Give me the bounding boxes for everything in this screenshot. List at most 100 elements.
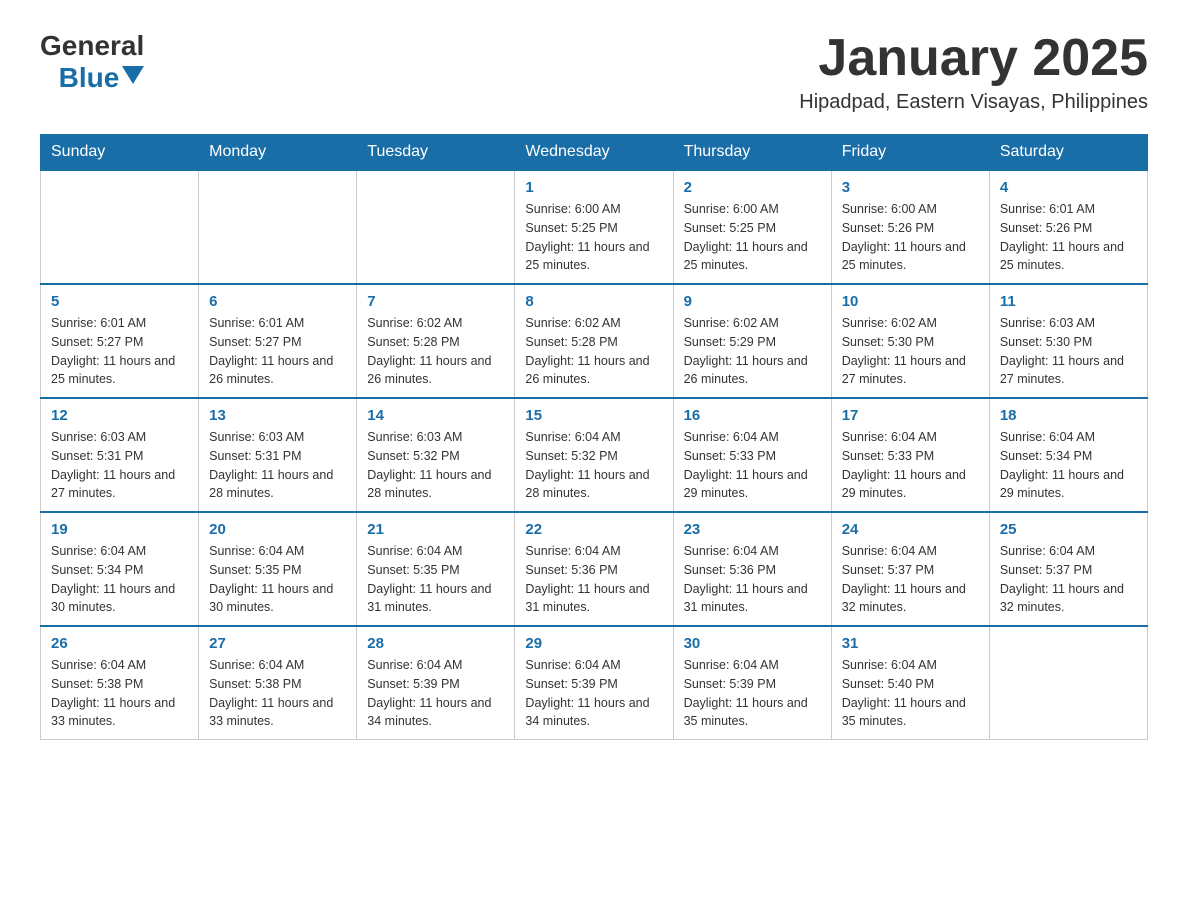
calendar-cell: 8Sunrise: 6:02 AMSunset: 5:28 PMDaylight… (515, 284, 673, 398)
calendar-cell: 25Sunrise: 6:04 AMSunset: 5:37 PMDayligh… (989, 512, 1147, 626)
day-number: 4 (1000, 179, 1137, 196)
calendar-cell: 20Sunrise: 6:04 AMSunset: 5:35 PMDayligh… (199, 512, 357, 626)
day-info: Sunrise: 6:04 AMSunset: 5:32 PMDaylight:… (525, 428, 662, 503)
day-info: Sunrise: 6:00 AMSunset: 5:26 PMDaylight:… (842, 200, 979, 275)
day-info: Sunrise: 6:04 AMSunset: 5:38 PMDaylight:… (209, 656, 346, 731)
day-info: Sunrise: 6:04 AMSunset: 5:36 PMDaylight:… (525, 542, 662, 617)
day-info: Sunrise: 6:00 AMSunset: 5:25 PMDaylight:… (525, 200, 662, 275)
calendar-cell: 15 Sunrise: 6:04 AMSunset: 5:32 PMDayligh… (515, 398, 673, 512)
day-info: Sunrise: 6:04 AMSunset: 5:35 PMDaylight:… (209, 542, 346, 617)
day-number: 19 (51, 521, 188, 538)
day-number: 9 (684, 293, 821, 310)
day-number: 8 (525, 293, 662, 310)
calendar-cell: 26Sunrise: 6:04 AMSunset: 5:38 PMDayligh… (41, 626, 199, 740)
calendar-cell: 13Sunrise: 6:03 AMSunset: 5:31 PMDayligh… (199, 398, 357, 512)
day-info: Sunrise: 6:02 AMSunset: 5:28 PMDaylight:… (367, 314, 504, 389)
day-number: 15 (525, 407, 662, 424)
weekday-header-sunday: Sunday (41, 135, 199, 171)
calendar-cell: 1 Sunrise: 6:00 AMSunset: 5:25 PMDaylight… (515, 170, 673, 284)
day-number: 1 (525, 179, 662, 196)
week-row-4: 19 Sunrise: 6:04 AMSunset: 5:34 PMDayligh… (41, 512, 1148, 626)
day-number: 23 (684, 521, 821, 538)
calendar-cell: 5 Sunrise: 6:01 AMSunset: 5:27 PMDaylight… (41, 284, 199, 398)
day-info: Sunrise: 6:00 AMSunset: 5:25 PMDaylight:… (684, 200, 821, 275)
day-number: 31 (842, 635, 979, 652)
weekday-header-friday: Friday (831, 135, 989, 171)
day-number: 16 (684, 407, 821, 424)
weekday-header-monday: Monday (199, 135, 357, 171)
calendar-cell: 14 Sunrise: 6:03 AMSunset: 5:32 PMDayligh… (357, 398, 515, 512)
calendar-cell: 21Sunrise: 6:04 AMSunset: 5:35 PMDayligh… (357, 512, 515, 626)
calendar-cell: 18 Sunrise: 6:04 AMSunset: 5:34 PMDayligh… (989, 398, 1147, 512)
logo-general-text: General (40, 30, 144, 62)
week-row-1: 1 Sunrise: 6:00 AMSunset: 5:25 PMDaylight… (41, 170, 1148, 284)
calendar-cell: 3 Sunrise: 6:00 AMSunset: 5:26 PMDaylight… (831, 170, 989, 284)
calendar-cell: 31 Sunrise: 6:04 AMSunset: 5:40 PMDayligh… (831, 626, 989, 740)
calendar-table: SundayMondayTuesdayWednesdayThursdayFrid… (40, 134, 1148, 740)
calendar-cell: 11Sunrise: 6:03 AMSunset: 5:30 PMDayligh… (989, 284, 1147, 398)
calendar-cell: 12 Sunrise: 6:03 AMSunset: 5:31 PMDayligh… (41, 398, 199, 512)
day-number: 6 (209, 293, 346, 310)
day-info: Sunrise: 6:04 AMSunset: 5:37 PMDaylight:… (1000, 542, 1137, 617)
day-number: 3 (842, 179, 979, 196)
calendar-cell: 28 Sunrise: 6:04 AMSunset: 5:39 PMDayligh… (357, 626, 515, 740)
day-number: 26 (51, 635, 188, 652)
weekday-header-tuesday: Tuesday (357, 135, 515, 171)
day-info: Sunrise: 6:04 AMSunset: 5:40 PMDaylight:… (842, 656, 979, 731)
calendar-cell: 23Sunrise: 6:04 AMSunset: 5:36 PMDayligh… (673, 512, 831, 626)
calendar-cell: 24 Sunrise: 6:04 AMSunset: 5:37 PMDayligh… (831, 512, 989, 626)
week-row-3: 12 Sunrise: 6:03 AMSunset: 5:31 PMDayligh… (41, 398, 1148, 512)
day-number: 22 (525, 521, 662, 538)
day-info: Sunrise: 6:04 AMSunset: 5:39 PMDaylight:… (684, 656, 821, 731)
day-info: Sunrise: 6:01 AMSunset: 5:27 PMDaylight:… (51, 314, 188, 389)
weekday-header-row: SundayMondayTuesdayWednesdayThursdayFrid… (41, 135, 1148, 171)
calendar-cell: 10Sunrise: 6:02 AMSunset: 5:30 PMDayligh… (831, 284, 989, 398)
calendar-cell (199, 170, 357, 284)
logo: General Blue (40, 30, 144, 94)
day-number: 12 (51, 407, 188, 424)
month-title: January 2025 (799, 30, 1148, 87)
week-row-5: 26 Sunrise: 6:04 AMSunset: 5:38 PMDayligh… (41, 626, 1148, 740)
day-info: Sunrise: 6:04 AMSunset: 5:34 PMDaylight:… (1000, 428, 1137, 503)
day-info: Sunrise: 6:04 AMSunset: 5:34 PMDaylight:… (51, 542, 188, 617)
day-number: 7 (367, 293, 504, 310)
week-row-2: 5 Sunrise: 6:01 AMSunset: 5:27 PMDaylight… (41, 284, 1148, 398)
calendar-cell: 7 Sunrise: 6:02 AMSunset: 5:28 PMDaylight… (357, 284, 515, 398)
day-info: Sunrise: 6:03 AMSunset: 5:32 PMDaylight:… (367, 428, 504, 503)
calendar-cell: 9 Sunrise: 6:02 AMSunset: 5:29 PMDaylight… (673, 284, 831, 398)
day-number: 13 (209, 407, 346, 424)
location-text: Hipadpad, Eastern Visayas, Philippines (799, 91, 1148, 114)
logo-arrow-icon (122, 66, 144, 84)
calendar-cell: 16 Sunrise: 6:04 AMSunset: 5:33 PMDayligh… (673, 398, 831, 512)
calendar-cell: 27Sunrise: 6:04 AMSunset: 5:38 PMDayligh… (199, 626, 357, 740)
calendar-cell: 29Sunrise: 6:04 AMSunset: 5:39 PMDayligh… (515, 626, 673, 740)
day-info: Sunrise: 6:01 AMSunset: 5:27 PMDaylight:… (209, 314, 346, 389)
day-info: Sunrise: 6:02 AMSunset: 5:30 PMDaylight:… (842, 314, 979, 389)
weekday-header-wednesday: Wednesday (515, 135, 673, 171)
page-header: General Blue January 2025 Hipadpad, East… (40, 30, 1148, 114)
day-number: 28 (367, 635, 504, 652)
day-number: 2 (684, 179, 821, 196)
day-info: Sunrise: 6:03 AMSunset: 5:31 PMDaylight:… (51, 428, 188, 503)
day-number: 5 (51, 293, 188, 310)
calendar-cell: 4 Sunrise: 6:01 AMSunset: 5:26 PMDaylight… (989, 170, 1147, 284)
day-info: Sunrise: 6:04 AMSunset: 5:37 PMDaylight:… (842, 542, 979, 617)
calendar-cell: 22 Sunrise: 6:04 AMSunset: 5:36 PMDayligh… (515, 512, 673, 626)
day-number: 29 (525, 635, 662, 652)
calendar-cell: 17Sunrise: 6:04 AMSunset: 5:33 PMDayligh… (831, 398, 989, 512)
day-number: 14 (367, 407, 504, 424)
day-info: Sunrise: 6:01 AMSunset: 5:26 PMDaylight:… (1000, 200, 1137, 275)
day-info: Sunrise: 6:04 AMSunset: 5:39 PMDaylight:… (367, 656, 504, 731)
calendar-cell (989, 626, 1147, 740)
logo-blue-text: Blue (59, 62, 120, 94)
day-number: 18 (1000, 407, 1137, 424)
day-info: Sunrise: 6:02 AMSunset: 5:29 PMDaylight:… (684, 314, 821, 389)
weekday-header-thursday: Thursday (673, 135, 831, 171)
day-info: Sunrise: 6:04 AMSunset: 5:33 PMDaylight:… (684, 428, 821, 503)
day-number: 21 (367, 521, 504, 538)
calendar-cell (41, 170, 199, 284)
day-number: 30 (684, 635, 821, 652)
weekday-header-saturday: Saturday (989, 135, 1147, 171)
day-number: 24 (842, 521, 979, 538)
day-info: Sunrise: 6:03 AMSunset: 5:30 PMDaylight:… (1000, 314, 1137, 389)
